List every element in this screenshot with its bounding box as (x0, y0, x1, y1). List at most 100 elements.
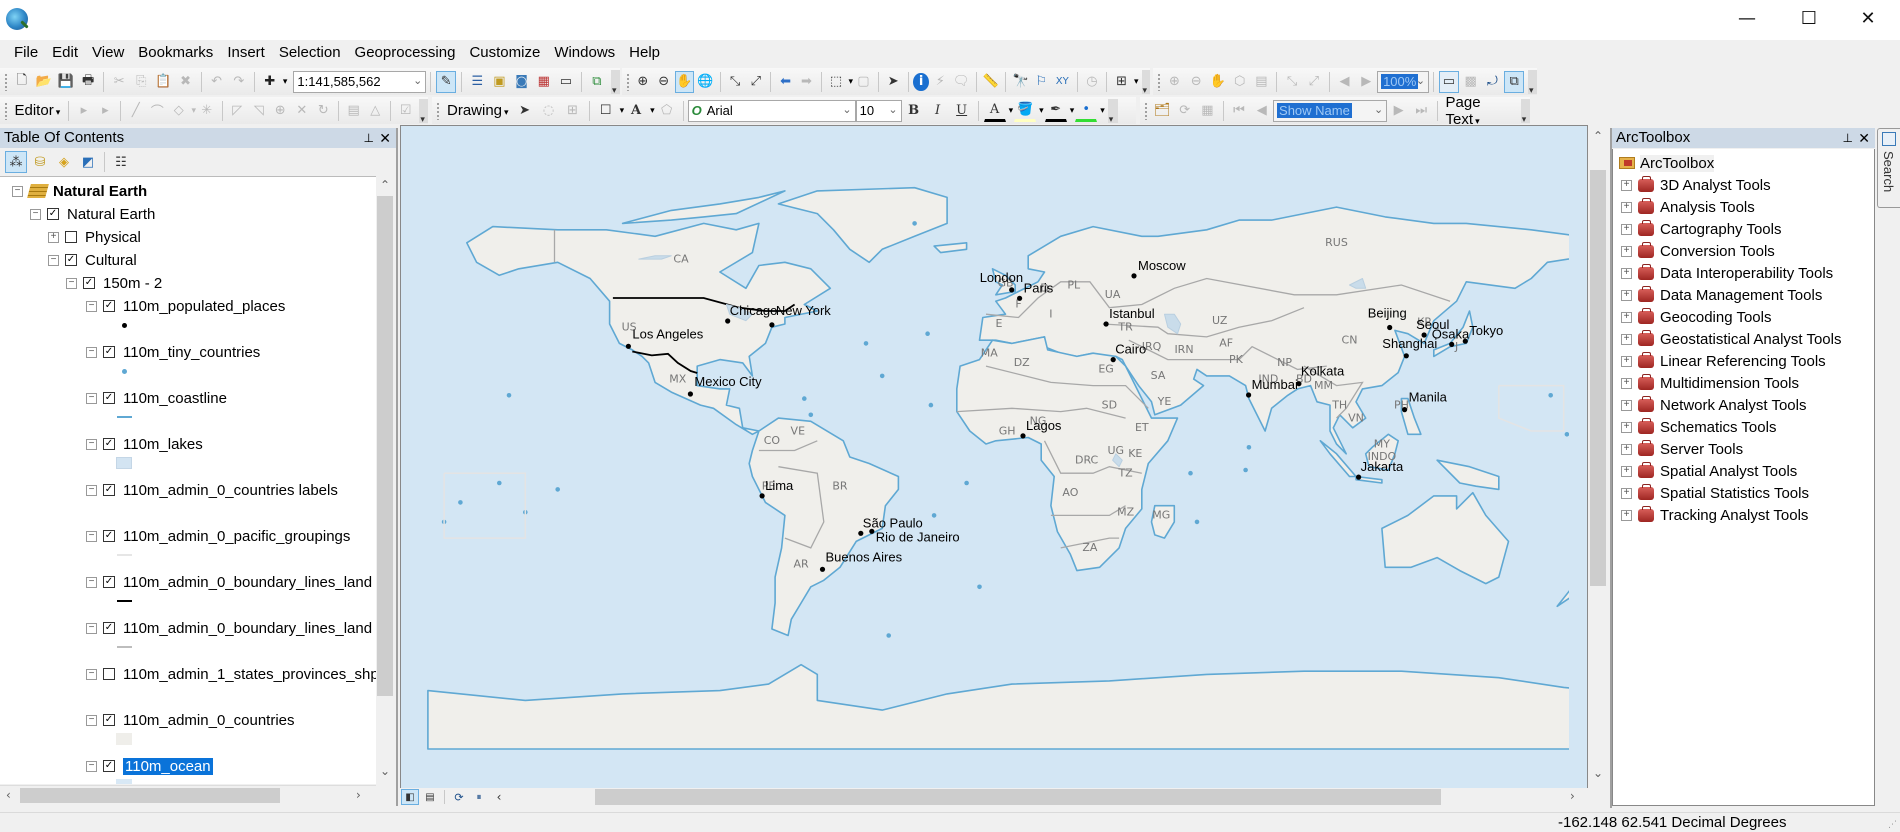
toolbar-options-icon[interactable] (1141, 69, 1150, 96)
layer-name[interactable]: 110m_coastline (123, 390, 227, 407)
line-symbol[interactable] (117, 416, 132, 418)
map-view[interactable]: CA US MX RUS GB F D PL UA I E TR MA DZ EG IRQ IRN SA UZ AF P… (400, 125, 1588, 791)
font-name-combo[interactable]: O Arial ⌄ (687, 99, 856, 122)
map-vertical-scrollbar[interactable]: ⌃ ⌄ (1588, 126, 1608, 790)
toc-layer-item[interactable]: − ✓ 150m - 2 (66, 273, 162, 293)
collapse-icon[interactable]: − (86, 760, 97, 772)
go-to-xy-icon[interactable]: XY (1053, 71, 1072, 93)
rotate-element-icon[interactable]: ◌ (538, 100, 560, 122)
scroll-right-icon[interactable]: › (356, 788, 361, 802)
viewer-dropdown-icon[interactable]: ▾ (1134, 77, 1139, 87)
layer-visibility-checkbox[interactable]: ✓ (65, 254, 77, 266)
cut-polygons-icon[interactable]: ⊕ (271, 100, 291, 122)
layer-name[interactable]: 110m_admin_1_states_provinces_shp (123, 666, 376, 683)
expand-icon[interactable]: + (1621, 223, 1632, 235)
expand-icon[interactable]: + (1621, 311, 1632, 323)
list-by-visibility-icon[interactable]: ◈ (53, 151, 75, 173)
data-view-icon[interactable]: ◧ (401, 789, 419, 805)
layer-name[interactable]: 110m_admin_0_boundary_lines_land (123, 574, 372, 591)
expand-icon[interactable]: + (1621, 289, 1632, 301)
toc-layer-item[interactable]: − ✓ 110m_ocean (86, 756, 213, 776)
select-features-icon[interactable]: ⬚ (827, 71, 846, 93)
fill-symbol[interactable] (116, 779, 132, 784)
zoom-whole-page-icon[interactable]: ⬡ (1230, 71, 1250, 93)
collapse-icon[interactable]: − (48, 254, 59, 266)
city-point[interactable] (1246, 392, 1252, 398)
toc-horizontal-scrollbar[interactable]: ‹ › (0, 785, 376, 805)
underline-button[interactable]: U (951, 100, 973, 122)
create-features-icon[interactable]: ☑ (396, 100, 416, 122)
sketch-properties-icon[interactable]: △ (365, 100, 385, 122)
pause-drawing-icon[interactable]: ⏸ (470, 789, 488, 805)
line-symbol[interactable] (117, 646, 132, 648)
expand-icon[interactable]: + (1621, 465, 1632, 477)
toolbox-item[interactable]: + Network Analyst Tools (1621, 395, 1806, 415)
city-point[interactable] (1110, 357, 1116, 363)
layer-name[interactable]: Physical (85, 229, 141, 246)
chevron-down-icon[interactable]: ▾ (650, 106, 655, 116)
hyperlink-icon[interactable]: ⚡ (931, 71, 950, 93)
toc-layer-item[interactable]: − ✓ Cultural (48, 250, 137, 270)
back-extent-icon[interactable]: ⬅ (776, 71, 795, 93)
toc-layer-item[interactable]: − Natural Earth (12, 181, 147, 201)
city-point[interactable] (1402, 407, 1408, 413)
scroll-up-icon[interactable]: ⌃ (380, 178, 390, 192)
expand-icon[interactable]: + (1621, 333, 1632, 345)
city-point[interactable] (625, 343, 631, 349)
expand-icon[interactable]: + (1621, 487, 1632, 499)
layer-name[interactable]: 110m_lakes (123, 436, 203, 453)
city-point[interactable] (858, 530, 864, 536)
data-driven-pages-icon[interactable]: ⧉ (1504, 70, 1525, 93)
undo-icon[interactable]: ↶ (207, 71, 227, 93)
collapse-icon[interactable]: − (86, 668, 97, 680)
chevron-down-icon[interactable]: ▾ (1009, 106, 1014, 116)
collapse-icon[interactable]: − (86, 438, 97, 450)
city-point[interactable] (1387, 324, 1393, 331)
layer-name[interactable]: Cultural (85, 252, 137, 269)
collapse-icon[interactable]: − (86, 622, 97, 634)
open-icon[interactable]: 📂 (34, 71, 54, 93)
layer-visibility-checkbox[interactable]: ✓ (103, 484, 115, 496)
line-color-icon[interactable]: ✒ (1044, 100, 1067, 122)
save-icon[interactable]: 💾 (56, 71, 76, 93)
layout-pan-icon[interactable]: ✋ (1208, 71, 1228, 93)
fill-symbol[interactable] (116, 733, 132, 745)
toolbar-options-icon[interactable] (1107, 98, 1118, 125)
list-by-source-icon[interactable]: ⛁ (29, 151, 51, 173)
layer-name[interactable]: 110m_admin_0_countries (123, 712, 295, 729)
fixed-zoom-out-layout-icon[interactable]: ⤢ (1304, 71, 1324, 93)
search-window-icon[interactable]: ◙ (512, 71, 532, 93)
font-size-combo[interactable]: 10 ⌄ (855, 99, 902, 122)
toc-close-icon[interactable]: ✕ (379, 128, 391, 148)
fixed-zoom-in-icon[interactable]: ⤡ (726, 71, 745, 93)
html-popup-icon[interactable]: 🗨 (952, 71, 971, 93)
maximize-button[interactable]: ☐ (1786, 0, 1832, 36)
zoom-in-icon[interactable]: ⊕ (633, 71, 652, 93)
zoom-out-icon[interactable]: ⊖ (654, 71, 673, 93)
city-point[interactable] (1020, 433, 1026, 439)
python-window-icon[interactable]: ▭ (556, 71, 576, 93)
catalog-icon[interactable]: ▣ (489, 71, 509, 93)
menu-edit[interactable]: Edit (45, 42, 85, 66)
toolbox-item[interactable]: + Data Interoperability Tools (1621, 263, 1833, 283)
measure-icon[interactable]: 📏 (981, 71, 1000, 93)
layer-visibility-checkbox[interactable] (103, 668, 115, 680)
select-elements-icon[interactable]: ➤ (884, 71, 903, 93)
toolbox-item[interactable]: + Schematics Tools (1621, 417, 1776, 437)
straight-segment-icon[interactable]: ╱ (126, 100, 146, 122)
pin-icon[interactable]: ⊥ (1843, 128, 1853, 148)
menu-help[interactable]: Help (622, 42, 667, 66)
pin-icon[interactable]: ⊥ (364, 128, 374, 148)
layer-name[interactable]: 110m_populated_places (123, 298, 285, 315)
list-by-selection-icon[interactable]: ◩ (77, 151, 99, 173)
menu-customize[interactable]: Customize (462, 42, 547, 66)
toolbox-item[interactable]: + Spatial Analyst Tools (1621, 461, 1797, 481)
layer-visibility-checkbox[interactable]: ✓ (47, 208, 59, 220)
city-point[interactable] (1017, 295, 1023, 301)
forward-extent-icon[interactable]: ➡ (797, 71, 816, 93)
toc-layer-item[interactable]: − ✓ 110m_lakes (86, 434, 203, 454)
delete-icon[interactable]: ✖ (176, 71, 196, 93)
map-horizontal-scrollbar-thumb[interactable] (595, 789, 1441, 805)
toolbox-item[interactable]: + Analysis Tools (1621, 197, 1755, 217)
toolbar-options-icon[interactable] (1528, 69, 1537, 96)
